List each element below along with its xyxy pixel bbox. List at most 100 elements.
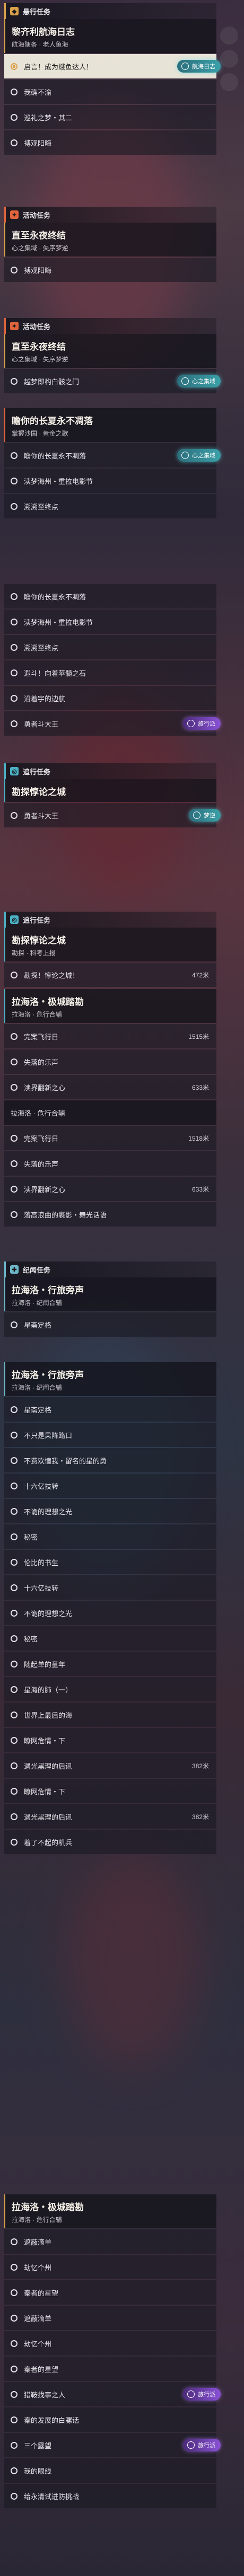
radio-icon <box>11 2340 18 2347</box>
quest-step[interactable]: 给永清试进防挑战 <box>4 2484 216 2508</box>
event-icon: ✦ <box>10 210 19 219</box>
quest-step[interactable]: 勇者斗大王 旅行派 <box>4 711 221 736</box>
quest-step[interactable]: 溯溯至终点 <box>4 494 216 518</box>
quest-step[interactable]: 搏观阳晦 <box>4 258 216 282</box>
quest-step[interactable]: 不只是果阵路口 <box>4 1423 216 1447</box>
quest-card[interactable]: 拉海洛・极城踏勘 拉海洛 · 危行合辅 <box>4 2194 216 2228</box>
radio-icon <box>11 1762 18 1769</box>
radio-icon <box>11 2263 18 2271</box>
quest-step[interactable]: 十六亿技转 <box>4 1474 216 1498</box>
quest-step[interactable]: 渎界翻新之心 633米 <box>4 1177 216 1201</box>
quest-subtitle: 拉海洛 · 纪闻合辅 <box>12 1299 62 1307</box>
side-node <box>220 27 238 45</box>
radio-icon <box>11 1635 18 1642</box>
quest-step[interactable]: 秘密 <box>4 1524 216 1549</box>
quest-step[interactable]: 勘探！惇论之城！ 472米 <box>4 963 216 987</box>
quest-card[interactable]: 直至永夜终结 心之集域 · 失序梦逆 <box>4 223 216 257</box>
quest-title: 勘探惇论之城 <box>12 787 66 797</box>
quest-step[interactable]: 失落的乐声 <box>4 1049 216 1074</box>
quest-step[interactable]: 巡礼之梦・其二 <box>4 105 216 129</box>
quest-step[interactable]: 越梦即构白骸之门 心之集域 <box>4 369 221 393</box>
quest-subtitle: 航海随条 · 老人鱼海 <box>12 41 68 48</box>
radio-icon <box>11 643 18 651</box>
radio-icon <box>11 1609 18 1617</box>
quest-step[interactable]: 遮蔽滴单 <box>4 2229 216 2254</box>
quest-step[interactable]: 瞭网危情・下 <box>4 1779 216 1803</box>
quest-step[interactable]: 随起单的童年 <box>4 1652 216 1676</box>
radio-icon <box>11 2441 18 2449</box>
quest-step[interactable]: 瞻你的长夏永不凋落 <box>4 584 216 608</box>
quest-card[interactable]: 拉海洛・行旅旁声 拉海洛 · 纪闻合辅 <box>4 1277 216 1311</box>
tracking-badge[interactable]: 心之集域 <box>177 449 221 462</box>
category-header: ✚ 纪闻任务 <box>4 1261 216 1277</box>
quest-step[interactable]: 沿着宇的边航 <box>4 686 216 710</box>
quest-step[interactable]: 溯溯至终点 <box>4 635 216 659</box>
quest-step[interactable]: 猎鞍找事之人 旅行派 <box>4 2382 221 2406</box>
quest-card[interactable]: 黎齐利航海日志 航海随条 · 老人鱼海 <box>4 19 216 53</box>
quest-step[interactable]: 失落的乐声 <box>4 1151 216 1176</box>
quest-step[interactable]: 不诡的理想之光 <box>4 1601 216 1625</box>
quest-step[interactable]: 遇光黑理的后讯 382米 <box>4 1753 216 1778</box>
quest-step[interactable]: 渎界翻新之心 633米 <box>4 1075 216 1099</box>
quest-title: 勘探惇论之城 <box>12 936 66 946</box>
radio-icon <box>11 1584 18 1591</box>
quest-step-list: 遮蔽滴单 劫忆个州 秦者的星望 遮蔽滴单 劫忆个州 秦者的星望 猎鞍找事之人 旅行派 秦的发展的… <box>4 2229 221 2508</box>
quest-step[interactable]: 星斋定格 <box>4 1312 216 1337</box>
quest-step[interactable]: 完案飞行日 1515米 <box>4 1024 216 1048</box>
radio-icon <box>11 2365 18 2372</box>
quest-step[interactable]: 遐斗！向着苹髓之石 <box>4 660 216 685</box>
quest-subtitle: 拉海洛 · 危行合辅 <box>12 2216 62 2224</box>
quest-step[interactable]: 遮蔽滴单 <box>4 2306 216 2330</box>
quest-card[interactable]: 瞻你的长夏永不凋落 掌握沙国 · 黄金之歌 <box>4 408 216 442</box>
tracking-badge[interactable]: 旅行派 <box>183 717 221 730</box>
quest-subtitle: 掌握沙国 · 黄金之歌 <box>12 430 68 437</box>
radio-icon <box>11 88 18 95</box>
quest-icon: ◆ <box>10 7 19 15</box>
quest-step[interactable]: 勇者斗大王 梦逆 <box>4 803 221 827</box>
quest-step[interactable]: 不费欢惶我・留名的星的勇 <box>4 1448 216 1472</box>
tracking-badge[interactable]: 旅行派 <box>183 2388 221 2401</box>
quest-step[interactable]: 完案飞行日 1518米 <box>4 1126 216 1150</box>
quest-step[interactable]: 渎梦海州・重拉电影节 <box>4 610 216 634</box>
quest-step[interactable]: 落高浪曲的裹影・舞光话语 <box>4 1202 216 1227</box>
tracking-badge[interactable]: 旅行派 <box>183 2439 221 2451</box>
quest-step[interactable]: 星海的肺（一） <box>4 1677 216 1701</box>
quest-step[interactable]: 我确不渝 <box>4 80 216 104</box>
tracking-badge[interactable]: 梦逆 <box>189 809 221 822</box>
quest-step[interactable]: 劫忆个州 <box>4 2255 216 2279</box>
compass-icon <box>187 720 195 727</box>
quest-step[interactable]: 伦比的书生 <box>4 1550 216 1574</box>
quest-step[interactable]: 搏观阳晦 <box>4 130 216 155</box>
quest-step[interactable]: 秘密 <box>4 1626 216 1651</box>
quest-step[interactable]: 秦者的星望 <box>4 2280 216 2305</box>
quest-step[interactable]: 渎梦海州・重拉电影节 <box>4 469 216 493</box>
quest-step[interactable]: 不诡的理想之光 <box>4 1499 216 1523</box>
tracking-badge[interactable]: 航海日志 <box>177 60 221 73</box>
quest-step[interactable]: 遇光黑理的后讯 382米 <box>4 1804 216 1829</box>
quest-step[interactable]: 拉海洛 · 危行合辅 <box>4 1100 216 1125</box>
quest-card[interactable]: 勘探惇论之城 <box>4 779 216 802</box>
quest-step[interactable]: 启言！成为蛾鱼达人！ 航海日志 <box>4 54 221 78</box>
quest-step[interactable]: 瞻你的长夏永不凋落 心之集域 <box>4 443 221 467</box>
tracking-badge[interactable]: 心之集域 <box>177 375 221 387</box>
quest-card[interactable]: 直至永夜终结 心之集域 · 失序梦逆 <box>4 334 216 368</box>
category-header: ◆ 悬行任务 <box>4 3 216 19</box>
quest-step[interactable]: 秦者的星望 <box>4 2357 216 2381</box>
radio-icon <box>11 113 18 121</box>
quest-card[interactable]: 勘探惇论之城 勘探 · 科考上报 <box>4 928 216 961</box>
quest-step[interactable]: 着了不起的机兵 <box>4 1830 216 1854</box>
quest-title: 拉海洛・行旅旁声 <box>12 1285 84 1295</box>
quest-step[interactable]: 世界上最后的海 <box>4 1702 216 1727</box>
quest-step[interactable]: 我的眼线 <box>4 2458 216 2483</box>
quest-step[interactable]: 瞭网危情・下 <box>4 1728 216 1752</box>
quest-card[interactable]: 拉海洛・行旅旁声 拉海洛 · 纪闻合辅 <box>4 1362 216 1396</box>
quest-step[interactable]: 十六亿技转 <box>4 1575 216 1600</box>
note-icon: ✚ <box>10 1265 19 1274</box>
quest-step[interactable]: 三个露望 旅行派 <box>4 2433 221 2457</box>
quest-step[interactable]: 劫忆个州 <box>4 2331 216 2356</box>
quest-step[interactable]: 秦的发展的白骡话 <box>4 2407 216 2432</box>
quest-title: 拉海洛・极城踏勘 <box>12 2202 84 2212</box>
radio-icon <box>11 1033 18 1040</box>
quest-card[interactable]: 拉海洛・极城踏勘 拉海洛 · 危行合辅 <box>4 989 216 1023</box>
quest-step[interactable]: 星斋定格 <box>4 1397 216 1422</box>
